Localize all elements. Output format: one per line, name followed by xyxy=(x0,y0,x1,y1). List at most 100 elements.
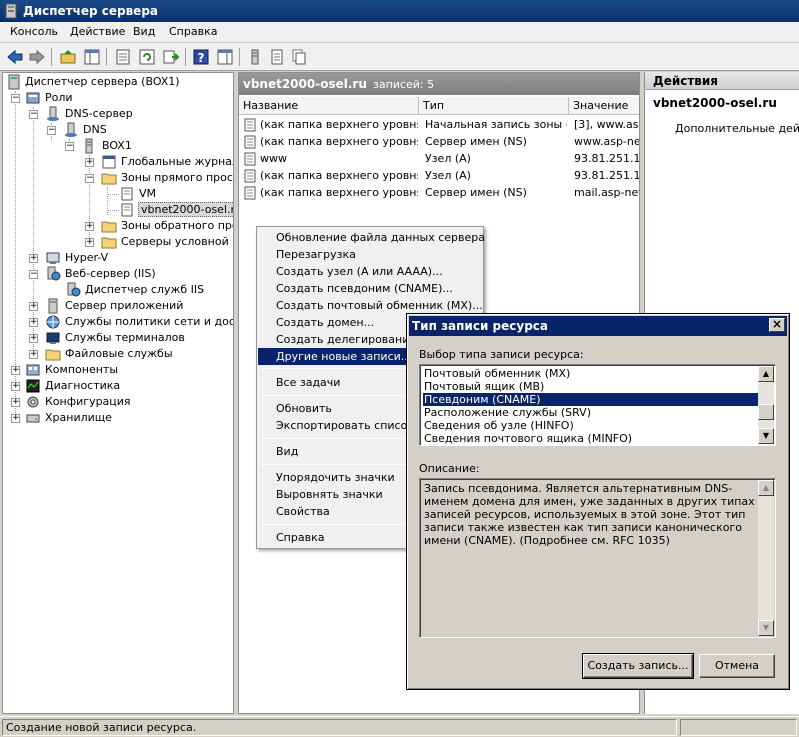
properties-icon[interactable] xyxy=(114,48,132,66)
listbox-scrollbar[interactable]: ▲ ▼ xyxy=(758,366,774,444)
expand-storage[interactable]: + xyxy=(11,414,20,423)
column-value[interactable]: Значение xyxy=(569,97,639,115)
show-hide-tree-icon[interactable] xyxy=(83,48,101,66)
expand-diagnostics[interactable]: + xyxy=(11,382,20,391)
column-type[interactable]: Тип xyxy=(419,97,569,115)
tree-app-server[interactable]: Сервер приложений xyxy=(65,299,183,312)
list-item[interactable]: Сведения об узле (HINFO) xyxy=(423,419,759,432)
show-hide-action-pane-icon[interactable] xyxy=(216,48,234,66)
column-headers: Название Тип Значение xyxy=(239,97,639,115)
copy-records-icon[interactable] xyxy=(290,48,308,66)
expand-dns[interactable]: − xyxy=(47,126,56,135)
expand-components[interactable]: + xyxy=(11,366,20,375)
actions-zone-title[interactable]: vbnet2000-osel.ru xyxy=(653,96,777,110)
expand-reverse-zones[interactable]: + xyxy=(85,222,94,231)
tree-file-services[interactable]: Файловые службы xyxy=(65,347,173,360)
cancel-button[interactable]: Отмена xyxy=(699,654,775,678)
expand-nps[interactable]: + xyxy=(29,318,38,327)
description-scrollbar[interactable]: ▲ ▼ xyxy=(758,480,774,636)
menu-item-new-mx[interactable]: Создать почтовый обменник (MX)... xyxy=(258,297,483,314)
tree-diagnostics[interactable]: Диагностика xyxy=(45,379,120,392)
expand-global-logs[interactable]: + xyxy=(85,158,94,167)
scroll-down-icon[interactable]: ▼ xyxy=(758,620,774,636)
menu-item-new-host[interactable]: Создать узел (A или AAAA)... xyxy=(258,263,482,280)
server-record-icon[interactable] xyxy=(246,48,264,66)
tree-terminal[interactable]: Службы терминалов xyxy=(65,331,185,344)
dialog-title-bar[interactable]: Тип записи ресурса × xyxy=(409,316,787,336)
table-row[interactable]: (как папка верхнего уровня) Начальная за… xyxy=(239,117,639,134)
window-title-bar[interactable]: Диспетчер сервера xyxy=(0,0,799,22)
tree-web-server[interactable]: Веб-сервер (IIS) xyxy=(65,267,156,280)
menu-console[interactable]: Консоль xyxy=(8,25,60,38)
table-row[interactable]: (как папка верхнего уровня) Сервер имен … xyxy=(239,185,639,202)
tree-storage[interactable]: Хранилище xyxy=(45,411,112,424)
export-list-icon[interactable] xyxy=(162,48,180,66)
close-icon[interactable]: × xyxy=(769,318,785,332)
expand-box1[interactable]: − xyxy=(65,142,74,151)
tree-root[interactable]: Диспетчер сервера (BOX1) xyxy=(25,75,180,88)
refresh-icon[interactable] xyxy=(138,48,156,66)
expand-roles[interactable]: − xyxy=(11,94,20,103)
menu-item-update-file[interactable]: Обновление файла данных сервера xyxy=(258,229,485,246)
expand-file[interactable]: + xyxy=(29,350,38,359)
record-value: [3], www.asp-net.ru xyxy=(574,118,639,131)
list-item[interactable]: Расположение службы (SRV) xyxy=(423,406,759,419)
tree-dns-server[interactable]: DNS-сервер xyxy=(65,107,133,120)
table-row[interactable]: (как папка верхнего уровня) Узел (A) 93.… xyxy=(239,168,639,185)
tree-global-logs[interactable]: Глобальные журналы xyxy=(121,155,233,168)
back-arrow-icon[interactable] xyxy=(6,48,24,66)
record-type: Сервер имен (NS) xyxy=(425,186,527,199)
expand-dns-server[interactable]: − xyxy=(29,110,38,119)
tree-hyperv[interactable]: Hyper-V xyxy=(65,251,108,264)
tree-forward-zones[interactable]: Зоны прямого просмотра xyxy=(121,171,233,184)
expand-terminal[interactable]: + xyxy=(29,334,38,343)
list-item[interactable]: Сведения почтового ящика (MINFO) xyxy=(423,432,759,445)
scroll-up-icon[interactable]: ▲ xyxy=(758,480,774,496)
tree-zone-vm[interactable]: VM xyxy=(139,187,156,200)
expand-conditional[interactable]: + xyxy=(85,238,94,247)
expand-app-server[interactable]: + xyxy=(29,302,38,311)
svg-text:?: ? xyxy=(198,51,205,65)
record-type-listbox[interactable]: Почтовый обменник (MX) Почтовый ящик (MB… xyxy=(419,364,776,446)
scroll-thumb[interactable] xyxy=(758,404,774,420)
expand-forward-zones[interactable]: − xyxy=(85,174,94,183)
scroll-down-icon[interactable]: ▼ xyxy=(758,428,774,444)
list-item[interactable]: Почтовый ящик (MB) xyxy=(423,380,759,393)
list-item-selected[interactable]: Псевдоним (CNAME) xyxy=(423,393,759,406)
tree-configuration[interactable]: Конфигурация xyxy=(45,395,131,408)
server-manager-icon xyxy=(5,3,17,19)
new-record-icon[interactable] xyxy=(268,48,286,66)
tree-box1[interactable]: BOX1 xyxy=(102,139,132,152)
tree-dns[interactable]: DNS xyxy=(83,123,107,136)
create-record-button[interactable]: Создать запись... xyxy=(582,653,694,679)
tree-zone-selected[interactable]: vbnet2000-osel.ru xyxy=(138,202,233,217)
column-name[interactable]: Название xyxy=(239,97,419,115)
help-icon[interactable]: ? xyxy=(192,48,210,66)
menu-item-new-alias[interactable]: Создать псевдоним (CNAME)... xyxy=(258,280,482,297)
expand-web-server[interactable]: − xyxy=(29,270,38,279)
list-item[interactable]: Почтовый обменник (MX) xyxy=(423,367,759,380)
forward-arrow-icon[interactable] xyxy=(28,48,46,66)
expand-config[interactable]: + xyxy=(11,398,20,407)
tree-components[interactable]: Компоненты xyxy=(45,363,118,376)
menu-view[interactable]: Вид xyxy=(131,25,157,38)
tree-iis-manager[interactable]: Диспетчер служб IIS xyxy=(85,283,204,296)
more-actions-link[interactable]: Дополнительные действия xyxy=(675,122,799,135)
toolbar: ? xyxy=(0,43,799,71)
terminal-services-icon xyxy=(46,332,60,344)
tree-conditional-forwarders[interactable]: Серверы условной пересылки xyxy=(121,235,233,248)
tree-reverse-zones[interactable]: Зоны обратного просмотра xyxy=(121,219,233,232)
table-row[interactable]: www Узел (A) 93.81.251.14 xyxy=(239,151,639,168)
menu-item-reload[interactable]: Перезагрузка xyxy=(258,246,482,263)
tree-roles[interactable]: Роли xyxy=(45,91,73,104)
table-row[interactable]: (как папка верхнего уровня) Сервер имен … xyxy=(239,134,639,151)
tree-nps[interactable]: Службы политики сети и доступа xyxy=(65,315,233,328)
actions-title: Действия xyxy=(653,74,719,88)
record-icon xyxy=(244,169,256,183)
console-tree[interactable]: Диспетчер сервера (BOX1) − Роли − DNS-се… xyxy=(2,72,234,714)
expand-hyperv[interactable]: + xyxy=(29,254,38,263)
scroll-up-icon[interactable]: ▲ xyxy=(758,366,774,382)
up-folder-icon[interactable] xyxy=(59,48,77,66)
menu-help[interactable]: Справка xyxy=(167,25,219,38)
menu-action[interactable]: Действие xyxy=(68,25,127,38)
